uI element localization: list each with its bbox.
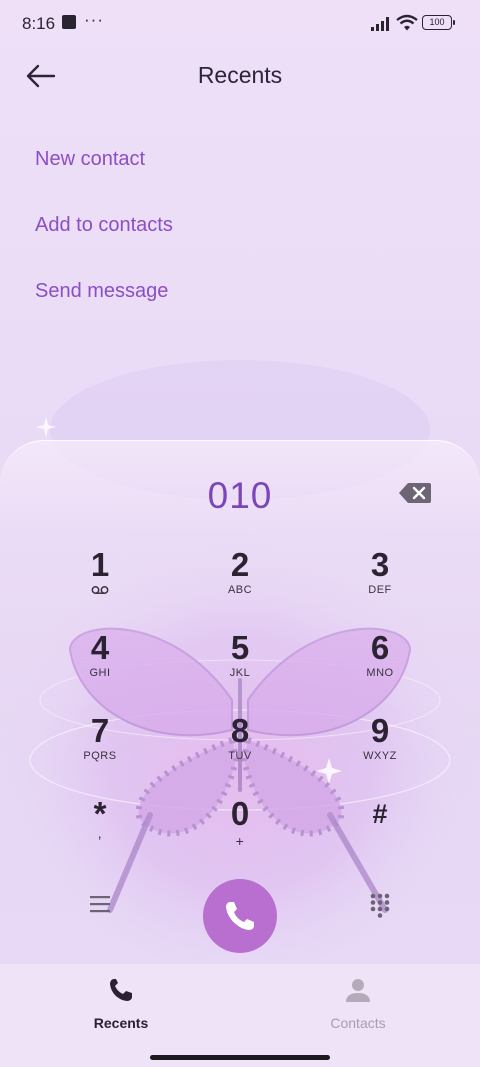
menu-icon[interactable] [88, 893, 112, 915]
key-7[interactable]: 7 PQRS [40, 714, 160, 794]
call-button[interactable] [203, 879, 277, 953]
key-digit: 6 [370, 629, 390, 666]
notification-square-icon [62, 15, 76, 29]
key-9[interactable]: 9 WXYZ [320, 714, 440, 794]
backspace-icon[interactable] [398, 482, 432, 504]
key-letters: MNO [366, 667, 394, 679]
more-notifications-icon: ··· [84, 10, 104, 29]
key-digit: 3 [370, 546, 390, 583]
status-bar: 8:16 ··· 100 [0, 0, 480, 46]
key-letters: TUV [228, 750, 252, 762]
key-letters: GHI [89, 667, 111, 679]
key-digit: 4 [90, 629, 110, 666]
key-6[interactable]: 6 MNO [320, 631, 440, 711]
new-contact-link[interactable]: New contact [35, 148, 145, 171]
key-star[interactable]: * , [40, 797, 160, 877]
wifi-icon [396, 14, 418, 31]
battery-icon: 100 [422, 15, 455, 30]
key-3[interactable]: 3 DEF [320, 548, 440, 628]
dialpad-icon[interactable] [369, 892, 391, 918]
add-to-contacts-link[interactable]: Add to contacts [35, 214, 173, 237]
key-letters: + [235, 833, 245, 849]
key-letters: PQRS [83, 750, 117, 762]
key-letters: , [97, 825, 103, 841]
key-letters: DEF [368, 584, 392, 596]
home-indicator[interactable] [150, 1055, 330, 1060]
status-time: 8:16 [22, 14, 56, 33]
key-8[interactable]: 8 TUV [180, 714, 300, 794]
phone-icon [226, 902, 254, 930]
key-4[interactable]: 4 GHI [40, 631, 160, 711]
key-digit: 0 [230, 795, 250, 832]
key-5[interactable]: 5 JKL [180, 631, 300, 711]
key-digit: 8 [230, 712, 250, 749]
signal-icon [371, 17, 389, 31]
key-letters: JKL [229, 667, 251, 679]
key-digit: 5 [230, 629, 250, 666]
key-digit: 7 [90, 712, 110, 749]
key-letters: ABC [227, 584, 253, 596]
key-hash[interactable]: # [320, 797, 440, 877]
key-2[interactable]: 2 ABC [180, 548, 300, 628]
phone-icon [110, 979, 132, 1001]
nav-label-recents: Recents [93, 1015, 149, 1031]
key-1[interactable]: 1 [40, 548, 160, 628]
person-icon [346, 979, 370, 1002]
nav-tab-recents[interactable]: Recents [46, 976, 196, 1031]
key-digit: 9 [370, 712, 390, 749]
key-0[interactable]: 0 + [180, 797, 300, 877]
nav-tab-contacts[interactable]: Contacts [283, 976, 433, 1031]
key-digit: 2 [230, 546, 250, 583]
page-title: Recents [197, 62, 283, 88]
send-message-link[interactable]: Send message [35, 280, 168, 303]
nav-label-contacts: Contacts [330, 1015, 386, 1031]
key-digit: # [372, 799, 388, 829]
key-letters: WXYZ [363, 750, 397, 762]
key-digit: 1 [90, 546, 110, 583]
voicemail-icon [91, 586, 109, 594]
